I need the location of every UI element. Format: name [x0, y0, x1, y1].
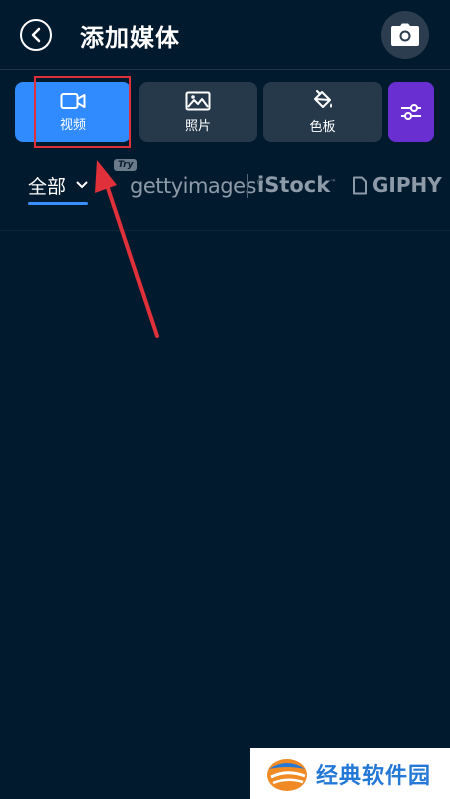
watermark-logo-icon: [267, 758, 307, 791]
watermark: 经典软件园: [250, 748, 450, 799]
all-sources-underline: [28, 202, 88, 205]
image-icon: [185, 91, 211, 110]
header-divider: [0, 69, 450, 70]
header: 添加媒体: [0, 0, 450, 70]
all-sources-dropdown[interactable]: 全部: [28, 170, 88, 200]
chevron-left-icon: [31, 27, 41, 43]
source-separator: [247, 174, 248, 198]
camera-icon: [391, 23, 419, 46]
source-row: 全部 Try gettyimages® iStock™ GIPHY: [0, 158, 450, 218]
chevron-down-icon: [76, 178, 88, 193]
watermark-text: 经典软件园: [316, 763, 432, 789]
gettyimages-label: gettyimages: [130, 174, 257, 198]
filter-button[interactable]: [388, 82, 434, 142]
giphy-label: GIPHY: [372, 173, 442, 197]
try-badge: Try: [114, 159, 138, 171]
istock-source[interactable]: iStock™: [257, 173, 336, 197]
tab-video-label: 视频: [59, 117, 86, 133]
tab-photo[interactable]: 照片: [139, 82, 257, 142]
tab-color-label: 色板: [309, 119, 336, 135]
all-sources-label: 全部: [28, 175, 67, 198]
document-icon: [353, 176, 367, 194]
camera-button[interactable]: [381, 11, 429, 59]
tab-color[interactable]: 色板: [263, 82, 382, 142]
sliders-icon: [401, 104, 421, 120]
back-button[interactable]: [20, 19, 52, 51]
trademark-mark: ™: [330, 179, 337, 186]
video-camera-icon: [60, 92, 86, 109]
paint-bucket-icon: [313, 89, 332, 108]
tab-video[interactable]: 视频: [15, 82, 131, 142]
source-row-divider: [0, 230, 450, 231]
gettyimages-source[interactable]: gettyimages®: [130, 174, 264, 198]
giphy-source[interactable]: GIPHY: [352, 173, 442, 197]
istock-label: iStock: [257, 173, 331, 197]
page-title: 添加媒体: [80, 24, 180, 52]
tab-photo-label: 照片: [184, 118, 211, 134]
